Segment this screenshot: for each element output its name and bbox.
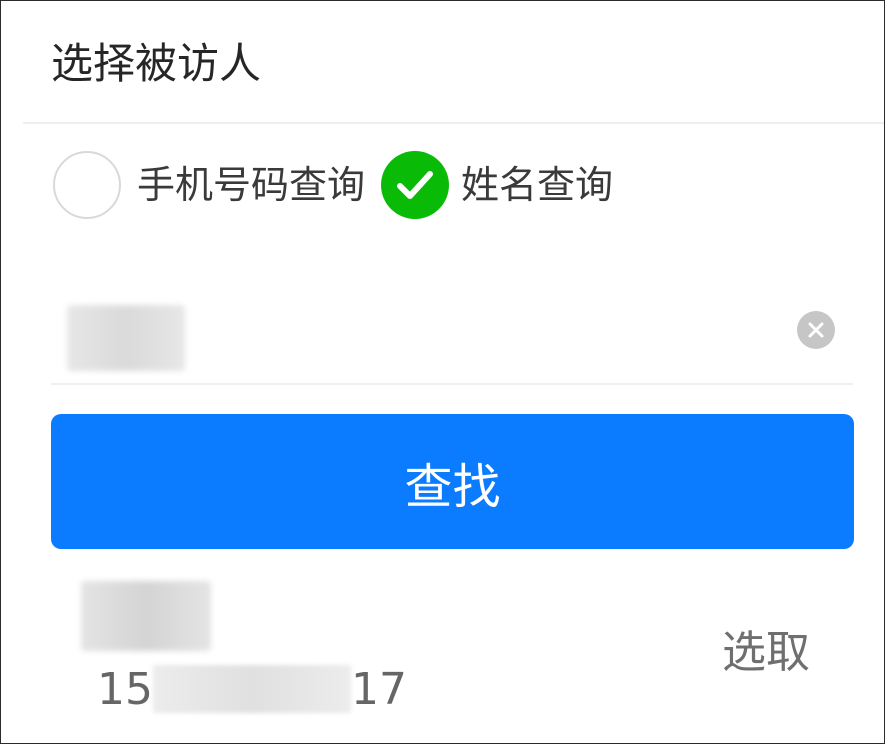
search-button[interactable]: 查找: [51, 414, 854, 549]
dialog-frame: 选择被访人 手机号码查询 姓名查询 查找 15 17 选取: [0, 0, 885, 744]
header-divider: [23, 122, 884, 124]
clear-circle-icon[interactable]: [797, 311, 835, 349]
redacted-visitee-name: [81, 581, 211, 651]
search-input[interactable]: [51, 299, 853, 385]
select-visitee-button[interactable]: 选取: [722, 623, 810, 683]
name-search-label[interactable]: 姓名查询: [461, 157, 613, 213]
visitee-phone: 15 17: [97, 661, 407, 719]
name-search-radio[interactable]: [381, 151, 449, 219]
phone-search-label[interactable]: 手机号码查询: [137, 157, 365, 213]
redacted-input-value: [67, 305, 185, 371]
phone-prefix: 15: [97, 664, 153, 715]
page-title: 选择被访人: [51, 39, 262, 88]
phone-search-radio[interactable]: [53, 151, 121, 219]
checkmark-icon: [397, 171, 433, 199]
phone-suffix: 17: [351, 664, 407, 715]
result-list-item: 15 17 选取: [1, 561, 885, 745]
redacted-phone-middle: [153, 665, 351, 713]
